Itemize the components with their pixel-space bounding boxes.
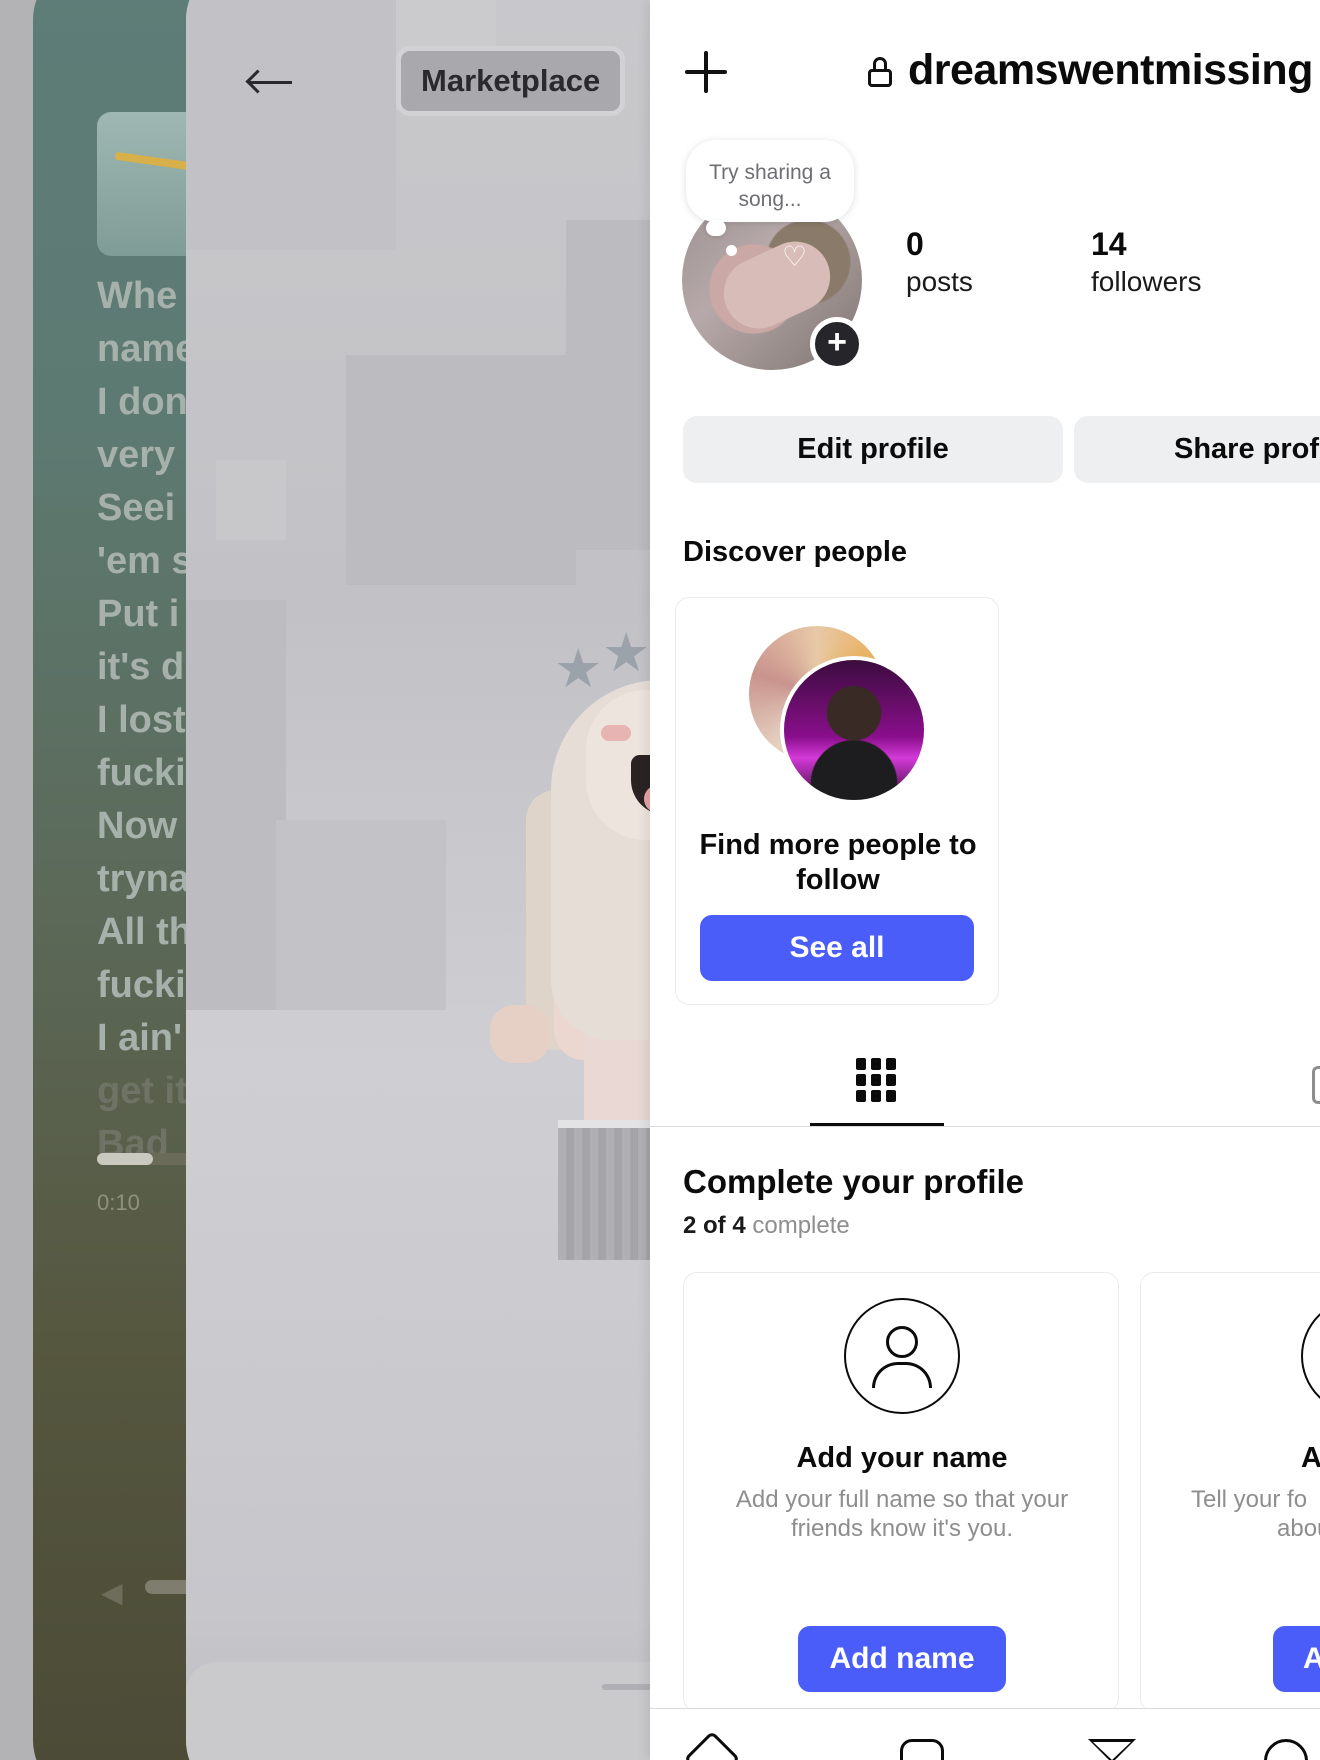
- stat-label: followers: [1091, 266, 1202, 297]
- username[interactable]: dreamswentmissing: [908, 46, 1313, 95]
- stat-label: posts: [906, 266, 973, 297]
- add-name-card: Add your name Add your full name so that…: [683, 1272, 1119, 1712]
- discover-people-card: Find more people to follow See all: [675, 597, 999, 1005]
- reels-icon[interactable]: [900, 1739, 944, 1760]
- profile-header: dreamswentmissing: [650, 0, 1320, 140]
- search-icon[interactable]: [1264, 1739, 1308, 1760]
- followers-count[interactable]: 14 followers: [1091, 226, 1201, 302]
- card-heading: Ad: [1301, 1442, 1320, 1474]
- grid-icon: [856, 1058, 896, 1104]
- suggested-avatar: [780, 656, 928, 804]
- home-icon[interactable]: [683, 1730, 741, 1760]
- share-profile-button[interactable]: Share prof: [1074, 416, 1320, 483]
- note-bubble-tail: [726, 245, 737, 256]
- elapsed-time: 0:10: [97, 1190, 140, 1215]
- progress-suffix: complete: [752, 1212, 850, 1239]
- discover-people-heading: Discover people: [683, 536, 908, 568]
- edit-profile-button[interactable]: Edit profile: [683, 416, 1063, 483]
- add-story-icon[interactable]: +: [810, 317, 864, 371]
- volume-icon: ◀: [101, 1577, 123, 1608]
- add-name-button[interactable]: Add name: [798, 1626, 1006, 1692]
- tab-divider: [650, 1126, 1320, 1127]
- card-description-line: abou: [1277, 1515, 1320, 1542]
- stat-value: 14: [1091, 226, 1127, 262]
- bottom-nav: [650, 1708, 1320, 1760]
- complete-profile-progress: 2 of 4 complete: [683, 1212, 850, 1240]
- card-description: Tell your fo abou: [1191, 1485, 1320, 1543]
- lock-icon: [868, 57, 892, 87]
- instagram-profile-card[interactable]: dreamswentmissing ♡ Try sharing a song..…: [650, 0, 1320, 1760]
- posts-count[interactable]: 0 posts: [906, 226, 973, 302]
- app-switcher: Whe name I don very Seei 'em s Put i it'…: [0, 0, 1320, 1760]
- stat-value: 0: [906, 226, 924, 262]
- tagged-tab-icon[interactable]: [1312, 1066, 1320, 1104]
- create-post-icon[interactable]: [685, 51, 727, 93]
- playback-progress-fill: [97, 1153, 153, 1165]
- marketplace-tab[interactable]: Marketplace: [396, 46, 626, 116]
- progress-count: 2 of 4: [683, 1212, 746, 1239]
- card-description-line: Tell your fo: [1191, 1486, 1308, 1513]
- send-icon[interactable]: [1088, 1739, 1136, 1760]
- back-arrow-icon[interactable]: [245, 69, 296, 94]
- bio-icon: [1301, 1298, 1320, 1414]
- see-all-button[interactable]: See all: [700, 915, 974, 981]
- note-bubble[interactable]: Try sharing a song...: [686, 140, 854, 222]
- discover-card-title: Find more people to follow: [699, 829, 977, 896]
- card-heading: Add your name: [796, 1442, 1008, 1474]
- complete-profile-heading: Complete your profile: [683, 1163, 1025, 1200]
- note-bubble-tail: [706, 220, 726, 236]
- add-bio-button[interactable]: A: [1273, 1626, 1320, 1692]
- tab-posts-grid[interactable]: [810, 1055, 946, 1127]
- person-icon: [844, 1298, 960, 1414]
- card-description: Add your full name so that your friends …: [735, 1486, 1069, 1542]
- add-bio-card: Ad Tell your fo abou A: [1140, 1272, 1320, 1712]
